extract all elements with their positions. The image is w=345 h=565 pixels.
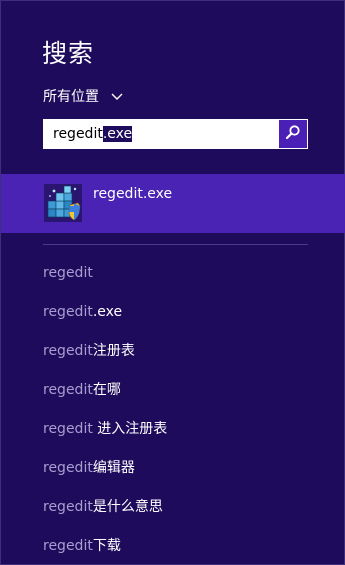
results-divider xyxy=(43,244,308,245)
search-input-text[interactable]: regedit.exe xyxy=(43,126,279,142)
suggestion-suffix: 注册表 xyxy=(92,343,135,359)
suggestion-item[interactable]: regedit xyxy=(43,263,323,302)
suggestion-query: regedit xyxy=(43,265,93,281)
suggestion-suffix: 在哪 xyxy=(92,382,121,398)
suggestion-suffix: 进入注册表 xyxy=(92,421,168,437)
search-query-selection: .exe xyxy=(102,126,133,142)
suggestion-query: regedit xyxy=(43,421,93,437)
top-result-item[interactable]: regedit.exe xyxy=(1,174,345,233)
top-result-label: regedit.exe xyxy=(93,186,173,202)
suggestion-item[interactable]: regedit注册表 xyxy=(43,341,323,380)
suggestion-query: regedit xyxy=(43,343,93,359)
suggestion-query: regedit xyxy=(43,304,93,320)
suggestion-item[interactable]: regedit编辑器 xyxy=(43,458,323,497)
suggestion-item[interactable]: regedit是什么意思 xyxy=(43,497,323,536)
search-charm-pane: 搜索 所有位置 regedit.exe regedit.exe regedit … xyxy=(0,0,345,565)
search-scope-dropdown[interactable]: 所有位置 xyxy=(43,86,123,106)
suggestion-query: regedit xyxy=(43,460,93,476)
suggestion-query: regedit xyxy=(43,538,93,554)
suggestion-item[interactable]: regedit.exe xyxy=(43,302,323,341)
suggestion-list: regedit regedit.exe regedit注册表 regedit在哪… xyxy=(43,263,323,565)
registry-editor-icon xyxy=(44,184,82,222)
suggestion-query: regedit xyxy=(43,382,93,398)
search-scope-label: 所有位置 xyxy=(43,89,99,105)
search-input[interactable]: regedit.exe xyxy=(43,119,308,149)
suggestion-item[interactable]: regedit 进入注册表 xyxy=(43,419,323,458)
pane-title: 搜索 xyxy=(42,39,95,68)
suggestion-suffix: 编辑器 xyxy=(92,460,135,476)
suggestion-suffix: .exe xyxy=(92,304,123,320)
suggestion-item[interactable]: regedit下载 xyxy=(43,536,323,565)
search-query-text: regedit xyxy=(53,126,103,142)
search-icon xyxy=(285,124,301,144)
suggestion-suffix: 是什么意思 xyxy=(92,499,163,515)
suggestion-query: regedit xyxy=(43,499,93,515)
suggestion-suffix: 下载 xyxy=(92,538,121,554)
search-button[interactable] xyxy=(279,120,307,148)
suggestion-item[interactable]: regedit在哪 xyxy=(43,380,323,419)
chevron-down-icon xyxy=(111,90,123,102)
